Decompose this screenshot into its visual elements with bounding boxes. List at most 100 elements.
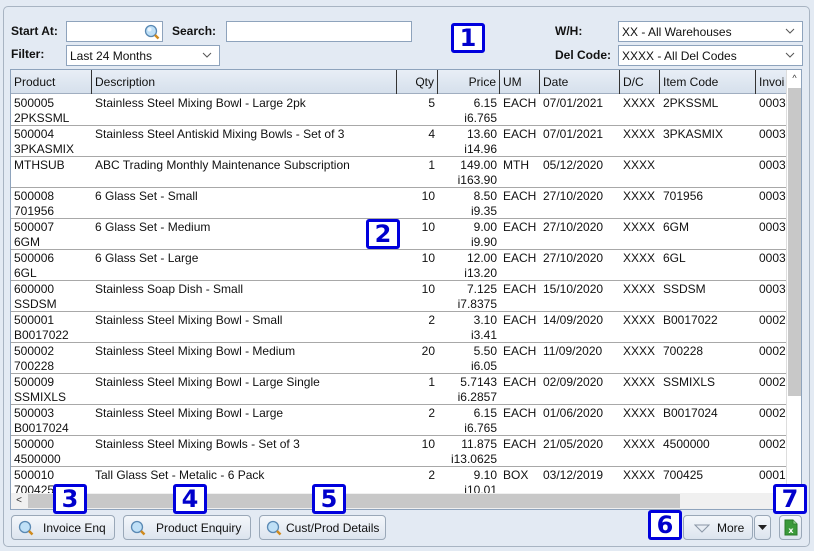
cell-dc: XXXX [620,127,660,142]
table-row[interactable]: 500008 701956 6 Glass Set - Small 10 8.50 i9.… [11,188,787,219]
cell-qty-text: 5 [428,96,435,110]
cell-product-text: 500009 [14,375,55,389]
cust-prod-details-button[interactable]: Cust/Prod Details [259,515,386,540]
cell-item-code: 6GL [660,251,756,266]
cell-item-code-text: SSDSM [663,282,706,296]
vertical-scrollbar[interactable]: ^ [786,70,801,494]
cell-product-secondary-text: 3PKASMIX [14,142,75,156]
cell-um-text: EACH [503,313,537,327]
cell-description-text: Stainless Steel Mixing Bowls - Set of 3 [95,437,300,451]
search-icon [130,520,146,536]
cell-invoice: 0002 [756,344,787,359]
cell-description-text: Stainless Steel Mixing Bowl - Medium [95,344,296,358]
cell-price-secondary-text: i163.90 [457,173,497,187]
cell-dc: XXXX [620,344,660,359]
cell-price: 12.00 i13.20 [438,251,500,281]
horizontal-scroll-thumb[interactable] [28,494,680,508]
annotation-badge-5: 5 [312,484,346,514]
invoice-enq-button[interactable]: Invoice Enq [11,515,115,540]
cell-um: EACH [500,313,540,328]
cell-product-text: 600000 [14,282,55,296]
table-row[interactable]: 500001 B0017022 Stainless Steel Mixing Bow… [11,312,787,343]
cell-qty-text: 1 [428,375,435,389]
scroll-left-icon[interactable]: < [11,493,27,509]
table-row[interactable]: 500002 700228 Stainless Steel Mixing Bowl … [11,343,787,374]
cell-price-secondary-text: i6.765 [464,111,497,125]
column-header-price[interactable]: Price [438,70,500,94]
column-header-invoice[interactable]: Invoi [756,70,787,94]
cell-um: EACH [500,437,540,452]
scroll-up-icon[interactable]: ^ [787,70,801,87]
table-row[interactable]: MTHSUB ABC Trading Monthly Maintenance Su… [11,157,787,188]
column-header-description[interactable]: Description [92,70,397,94]
column-header-product[interactable]: Product [11,70,92,94]
search-input[interactable] [226,21,412,42]
table-row[interactable]: 500000 4500000 Stainless Steel Mixing Bowl… [11,436,787,467]
filter-select[interactable]: Last 24 Months [66,45,220,66]
product-enquiry-button[interactable]: Product Enquiry [123,515,251,540]
cell-invoice: 0002 [756,406,787,421]
cell-product-secondary-text: 701956 [14,204,55,218]
del-code-select[interactable]: XXXX - All Del Codes [618,45,803,66]
cell-product: 500007 6GM [11,220,92,250]
cell-product: 500008 701956 [11,189,92,219]
cell-dc-text: XXXX [623,468,656,482]
cell-date: 14/09/2020 [540,313,620,328]
cell-date: 03/12/2019 [540,468,620,483]
annotation-badge-3: 3 [53,484,87,514]
column-header-item-code[interactable]: Item Code [660,70,756,94]
cell-qty-text: 10 [421,437,435,451]
cell-um: EACH [500,406,540,421]
cell-dc-text: XXXX [623,344,656,358]
more-dropdown-button[interactable] [754,515,771,540]
cell-invoice-text: 0002 [759,406,786,420]
annotation-badge-4: 4 [173,484,207,514]
cell-product-secondary-text: 2PKSSML [14,111,70,125]
vertical-scroll-thumb[interactable] [788,88,801,396]
annotation-badge-2: 2 [366,219,400,249]
cell-dc-text: XXXX [623,127,656,141]
search-label: Search: [172,24,217,38]
table-row[interactable]: 500009 SSMIXLS Stainless Steel Mixing Bowl… [11,374,787,405]
cell-um-text: EACH [503,220,537,234]
column-header-date[interactable]: Date [540,70,620,94]
table-row[interactable]: 500003 B0017024 Stainless Steel Mixing Bow… [11,405,787,436]
column-header-qty[interactable]: Qty [397,70,438,94]
column-header-dc[interactable]: D/C [620,70,660,94]
start-at-input[interactable] [66,21,163,42]
table-row[interactable]: 500004 3PKASMIX Stainless Steel Antiskid M… [11,126,787,157]
cell-item-code-text: 6GM [663,220,690,234]
cell-price-text: 11.875 [461,437,497,451]
cell-product-text: 500008 [14,189,55,203]
cell-um: EACH [500,282,540,297]
filter-value: Last 24 Months [70,49,153,63]
product-enquiry-label: Product Enquiry [156,521,242,535]
cell-invoice-text: 0003 [759,96,786,110]
table-row[interactable]: 600000 SSDSM Stainless Soap Dish - Small 10… [11,281,787,312]
cell-price: 6.15 i6.765 [438,406,500,436]
cell-invoice-text: 0003 [759,127,786,141]
cell-um-text: BOX [503,468,529,482]
cell-qty: 2 [397,313,438,328]
cell-dc: XXXX [620,313,660,328]
table-header: Product Description Qty Price UM Date D/… [11,70,787,94]
cell-um-text: EACH [503,344,537,358]
cell-price-secondary-text: i14.96 [464,142,497,156]
cell-item-code: B0017022 [660,313,756,328]
cell-product-secondary-text: B0017022 [14,328,69,342]
more-button[interactable]: More [683,515,753,540]
cell-invoice: 0001 [756,468,787,483]
column-header-um[interactable]: UM [500,70,540,94]
cell-date-text: 01/06/2020 [543,406,604,420]
warehouse-select[interactable]: XX - All Warehouses [618,21,803,42]
cell-price: 5.50 i6.05 [438,344,500,374]
cell-date-text: 05/12/2020 [543,158,604,172]
warehouse-value: XX - All Warehouses [622,25,732,39]
table-row[interactable]: 500006 6GL 6 Glass Set - Large 10 12.00 i13.2… [11,250,787,281]
search-icon[interactable] [144,24,160,40]
cell-date: 01/06/2020 [540,406,620,421]
cell-dc-text: XXXX [623,406,656,420]
export-excel-button[interactable]: x [779,515,802,540]
horizontal-scrollbar[interactable]: < [11,493,801,509]
table-row[interactable]: 500005 2PKSSML Stainless Steel Mixing Bowl… [11,95,787,126]
